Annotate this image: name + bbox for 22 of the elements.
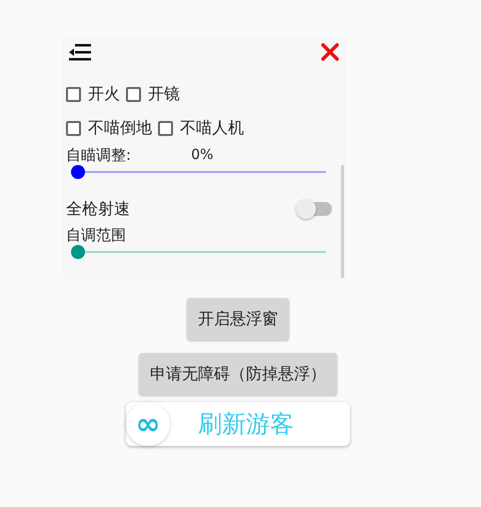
checkbox-label: 开火 xyxy=(88,84,120,104)
checkbox[interactable] xyxy=(158,120,173,136)
refresh-label: 刷新游客 xyxy=(198,409,294,440)
menu-collapse-icon[interactable] xyxy=(68,43,92,61)
checkbox[interactable] xyxy=(66,120,81,136)
action-button[interactable]: 申请无障碍（防掉悬浮） xyxy=(139,353,337,395)
toggle-switch[interactable] xyxy=(298,202,332,216)
slider-label: 自调范围 xyxy=(66,226,126,244)
action-button[interactable]: 开启悬浮窗 xyxy=(187,298,289,340)
checkbox-label: 开镜 xyxy=(148,84,180,104)
infinity-icon: ∞ xyxy=(126,402,170,446)
close-icon[interactable] xyxy=(320,42,340,62)
checkbox[interactable] xyxy=(126,86,141,102)
slider-thumb[interactable] xyxy=(71,165,85,179)
slider-thumb[interactable] xyxy=(71,245,85,259)
slider-value: 0% xyxy=(191,147,214,163)
switch-label: 全枪射速 xyxy=(66,198,130,220)
checkbox-label: 不喵人机 xyxy=(180,118,244,138)
scrollbar[interactable] xyxy=(341,165,344,278)
checkbox[interactable] xyxy=(66,86,81,102)
checkbox-label: 不喵倒地 xyxy=(88,118,152,138)
slider-label: 自瞄调整: xyxy=(66,146,132,164)
